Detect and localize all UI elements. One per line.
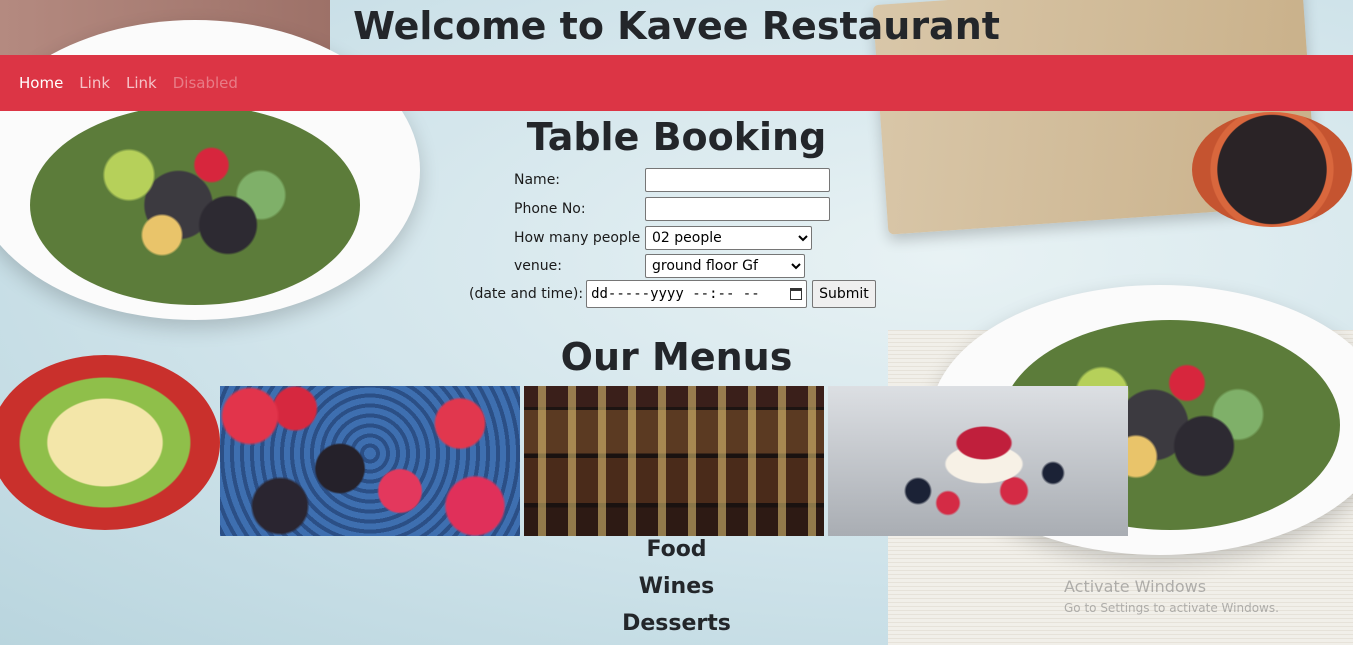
venue-label: venue: xyxy=(514,258,562,274)
phone-label: Phone No: xyxy=(514,201,586,217)
nav-link-disabled: Disabled xyxy=(172,74,238,92)
menu-item-food: Food xyxy=(646,537,707,562)
nav-link-1[interactable]: Link xyxy=(71,74,118,92)
name-label: Name: xyxy=(514,172,561,188)
submit-button[interactable]: Submit xyxy=(812,280,876,308)
calendar-icon[interactable] xyxy=(790,288,803,300)
booking-title: Table Booking xyxy=(526,115,827,159)
venue-row: venue: ground floor Gf xyxy=(514,254,805,278)
name-row: Name: xyxy=(514,168,830,192)
people-select[interactable]: 02 people xyxy=(645,226,812,250)
datetime-input[interactable]: dd-----yyyy --:-- -- xyxy=(586,280,808,308)
activate-windows-subtext: Go to Settings to activate Windows. xyxy=(1064,601,1279,615)
navbar: Home Link Link Disabled xyxy=(0,55,1353,111)
food-image xyxy=(220,386,520,536)
datetime-placeholder: dd-----yyyy --:-- -- xyxy=(591,286,760,302)
nav-link-2[interactable]: Link xyxy=(118,74,165,92)
datetime-label: (date and time): xyxy=(469,286,584,302)
phone-row: Phone No: xyxy=(514,197,830,221)
desserts-image xyxy=(828,386,1128,536)
venue-select[interactable]: ground floor Gf xyxy=(645,254,805,278)
people-label: How many people xyxy=(514,230,641,246)
wines-image xyxy=(524,386,824,536)
menus-title: Our Menus xyxy=(560,335,793,379)
people-row: How many people 02 people xyxy=(514,226,812,250)
site-title: Welcome to Kavee Restaurant xyxy=(353,4,1000,48)
datetime-row: (date and time): dd-----yyyy --:-- -- Su… xyxy=(469,280,876,308)
activate-windows-watermark: Activate Windows xyxy=(1064,577,1207,596)
phone-input[interactable] xyxy=(645,197,830,221)
nav-link-home[interactable]: Home xyxy=(11,74,71,92)
name-input[interactable] xyxy=(645,168,830,192)
